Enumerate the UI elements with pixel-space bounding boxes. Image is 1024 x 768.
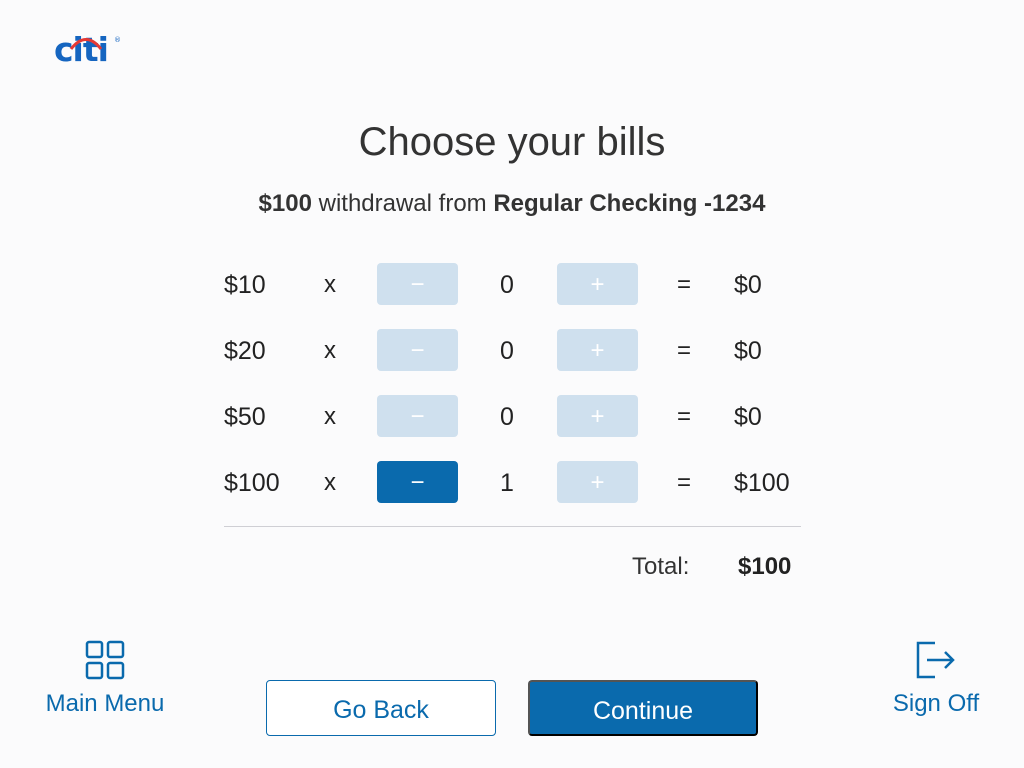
increase-100-button[interactable]: + <box>557 461 638 503</box>
bill-subtotal: $100 <box>734 469 790 497</box>
bill-row-100: $100 x − 1 + = $100 <box>224 461 804 503</box>
decrease-10-button[interactable]: − <box>377 263 458 305</box>
multiply-sign: x <box>324 403 336 430</box>
go-back-button[interactable]: Go Back <box>266 680 496 736</box>
bill-quantity: 0 <box>500 271 514 299</box>
bill-quantity: 0 <box>500 337 514 365</box>
sign-off-button[interactable]: Sign Off <box>884 640 988 718</box>
increase-10-button[interactable]: + <box>557 263 638 305</box>
page-title: Choose your bills <box>358 120 666 164</box>
sign-off-label: Sign Off <box>892 690 980 717</box>
bill-quantity: 1 <box>500 469 514 497</box>
decrease-100-button[interactable]: − <box>377 461 458 503</box>
citi-arc-icon <box>69 38 103 50</box>
main-menu-label: Main Menu <box>45 690 165 717</box>
increase-20-button[interactable]: + <box>557 329 638 371</box>
withdrawal-amount: $100 <box>258 190 312 217</box>
equals-sign: = <box>677 469 692 496</box>
bill-row-10: $10 x − 0 + = $0 <box>224 263 804 305</box>
total-divider <box>224 526 801 527</box>
bill-denomination: $100 <box>224 469 280 497</box>
bill-denomination: $20 <box>224 337 266 365</box>
multiply-sign: x <box>324 337 336 364</box>
decrease-50-button[interactable]: − <box>377 395 458 437</box>
equals-sign: = <box>677 403 692 430</box>
citi-logo: citi ® <box>54 30 121 69</box>
account-name: Regular Checking -1234 <box>493 190 766 217</box>
multiply-sign: x <box>324 469 336 496</box>
total-value: $100 <box>738 553 792 580</box>
bill-subtotal: $0 <box>734 337 762 365</box>
decrease-20-button[interactable]: − <box>377 329 458 371</box>
increase-50-button[interactable]: + <box>557 395 638 437</box>
bill-denomination: $50 <box>224 403 266 431</box>
withdrawal-summary: $100 withdrawal from Regular Checking -1… <box>0 190 1024 218</box>
bill-quantity: 0 <box>500 403 514 431</box>
withdrawal-middle-text: withdrawal from <box>311 190 494 217</box>
equals-sign: = <box>677 271 692 298</box>
bill-denomination: $10 <box>224 271 266 299</box>
multiply-sign: x <box>324 271 336 298</box>
sign-out-icon <box>916 641 955 679</box>
grid-icon <box>85 640 125 680</box>
bill-subtotal: $0 <box>734 403 762 431</box>
total-label: Total: <box>632 553 690 580</box>
main-menu-button[interactable]: Main Menu <box>40 640 170 718</box>
bill-row-20: $20 x − 0 + = $0 <box>224 329 804 371</box>
continue-button[interactable]: Continue <box>528 680 758 736</box>
equals-sign: = <box>677 337 692 364</box>
bill-row-50: $50 x − 0 + = $0 <box>224 395 804 437</box>
bill-subtotal: $0 <box>734 271 762 299</box>
